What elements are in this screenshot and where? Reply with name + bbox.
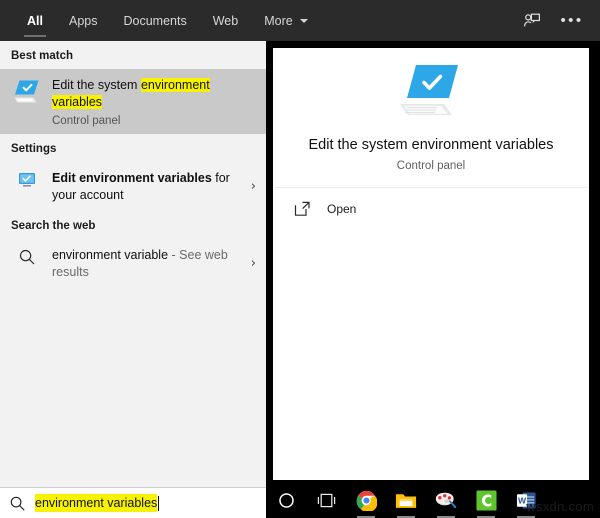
search-results-panel: Best match Edit the system environment v…: [0, 41, 266, 487]
chevron-right-icon-settings[interactable]: ›: [242, 179, 256, 194]
tabbar-actions: •••: [514, 0, 600, 41]
preview-subtitle: Control panel: [396, 160, 466, 172]
file-explorer-button[interactable]: [386, 487, 426, 518]
tab-documents[interactable]: Documents: [110, 0, 199, 41]
best-match-title: Edit the system environment variables: [52, 77, 256, 111]
best-match-title-prefix: Edit the system: [52, 78, 141, 92]
open-label: Open: [327, 202, 357, 216]
search-web-heading: Search the web: [11, 220, 96, 232]
task-view-icon: [317, 492, 336, 514]
search-filter-tabbar: All Apps Documents Web More •••: [0, 0, 600, 41]
result-item-web-search[interactable]: environment variable - See web results ›: [0, 239, 266, 288]
settings-title: Edit environment variables for your acco…: [52, 170, 242, 204]
cortana-button[interactable]: [266, 487, 306, 518]
text-cursor: [158, 495, 160, 511]
windows-search-overlay: All Apps Documents Web More ••• Best mat…: [0, 0, 600, 518]
tab-more-label: More: [264, 13, 293, 28]
tab-all[interactable]: All: [14, 0, 56, 41]
chevron-down-icon: [299, 18, 308, 23]
web-search-query: environment variable: [52, 248, 169, 262]
monitor-check-icon: [11, 76, 43, 108]
monitor-small-icon: [11, 169, 43, 191]
preview-title: Edit the system environment variables: [308, 137, 554, 153]
monitor-check-large-icon: [394, 60, 468, 127]
person-feedback-icon[interactable]: [514, 3, 550, 39]
tab-documents-label: Documents: [123, 13, 187, 28]
cortana-circle-icon: [278, 492, 295, 514]
settings-text: Edit environment variables for your acco…: [52, 169, 242, 204]
paint-palette-icon: [435, 490, 458, 515]
best-match-subtitle: Control panel: [52, 115, 121, 127]
tab-active-underline: [24, 35, 46, 37]
folder-icon: [395, 491, 417, 515]
task-view-button[interactable]: [306, 487, 346, 518]
paint-button[interactable]: [426, 487, 466, 518]
settings-heading: Settings: [11, 143, 57, 155]
best-match-text: Edit the system environment variables Co…: [52, 76, 256, 127]
chevron-right-icon-web[interactable]: ›: [242, 256, 256, 271]
search-icon: [11, 246, 43, 268]
result-item-best-match[interactable]: Edit the system environment variables Co…: [0, 69, 266, 134]
search-input[interactable]: environment variables: [35, 494, 158, 512]
camtasia-c-icon: [475, 489, 497, 516]
chrome-icon: [356, 490, 378, 516]
taskbar-search-box[interactable]: environment variables: [0, 487, 266, 518]
preview-hero: Edit the system environment variables Co…: [273, 48, 589, 187]
ellipsis-icon[interactable]: •••: [554, 3, 590, 39]
tab-apps-label: Apps: [68, 13, 98, 28]
taskbar-buttons: W: [266, 487, 546, 518]
tab-web-label: Web: [212, 13, 239, 28]
site-watermark: wsxdn.com: [526, 499, 594, 514]
tab-all-label: All: [27, 13, 43, 28]
camtasia-button[interactable]: [466, 487, 506, 518]
best-match-heading: Best match: [11, 50, 73, 62]
tab-web[interactable]: Web: [200, 0, 251, 41]
web-search-title: environment variable - See web results: [52, 247, 242, 281]
chrome-button[interactable]: [346, 487, 386, 518]
web-search-text: environment variable - See web results: [52, 246, 242, 281]
open-external-icon: [294, 201, 316, 217]
search-icon: [9, 495, 26, 512]
result-preview-panel: Edit the system environment variables Co…: [273, 48, 589, 480]
taskbar: environment variables W wsxdn.com: [0, 487, 600, 518]
settings-title-bold: Edit environment variables: [52, 171, 212, 185]
tab-list: All Apps Documents Web More: [0, 0, 321, 41]
tab-more[interactable]: More: [251, 0, 320, 41]
ellipsis-glyph: •••: [560, 11, 584, 29]
result-item-settings[interactable]: Edit environment variables for your acco…: [0, 162, 266, 211]
open-action-row[interactable]: Open: [273, 188, 589, 230]
tab-apps[interactable]: Apps: [56, 0, 111, 41]
